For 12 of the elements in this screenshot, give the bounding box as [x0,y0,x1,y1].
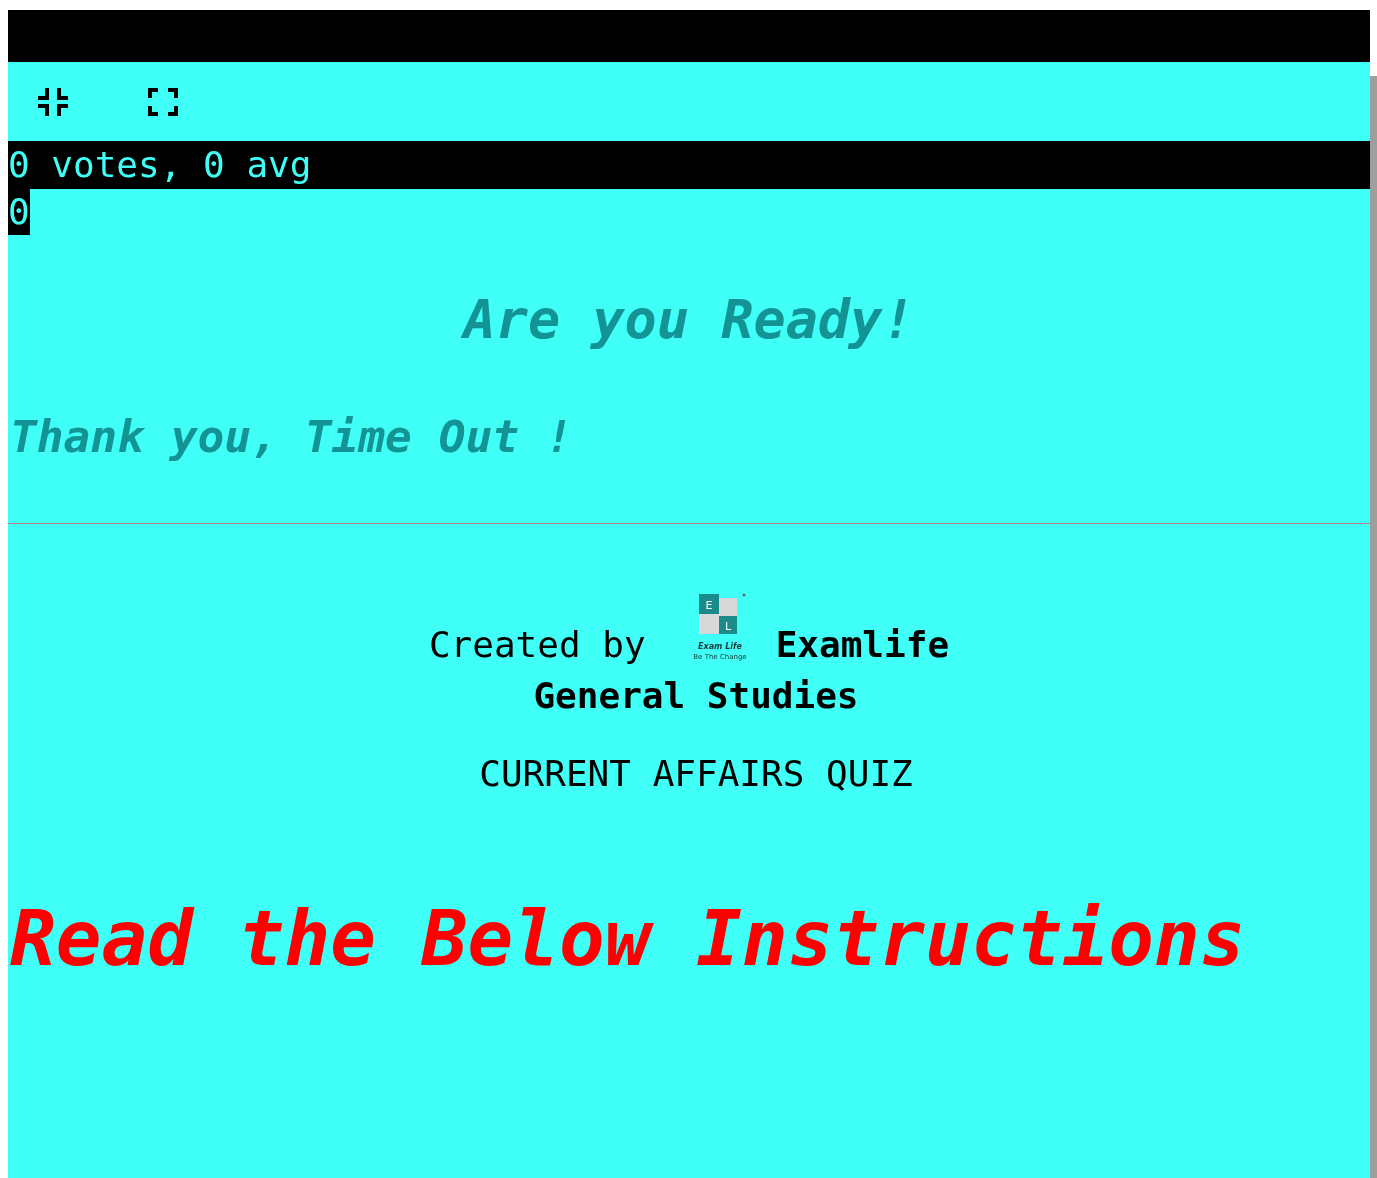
heading: Are you Ready! [8,285,1370,355]
vote-count: 0 [8,189,30,235]
created-by-label: Created by [428,624,646,666]
instructions-heading: Read the Below Instructions [10,896,1247,982]
vote-summary: 0 votes, 0 avg [8,141,1370,189]
timeout-message: Thank you, Time Out ! [10,410,574,464]
exit-fullscreen-icon[interactable] [38,87,68,116]
scrollbar[interactable] [1370,76,1377,1178]
fullscreen-icon[interactable] [148,87,178,116]
quiz-title: CURRENT AFFAIRS QUIZ [478,752,914,796]
subject-title: General Studies [532,674,860,718]
brand-name: Examlife [775,624,950,666]
